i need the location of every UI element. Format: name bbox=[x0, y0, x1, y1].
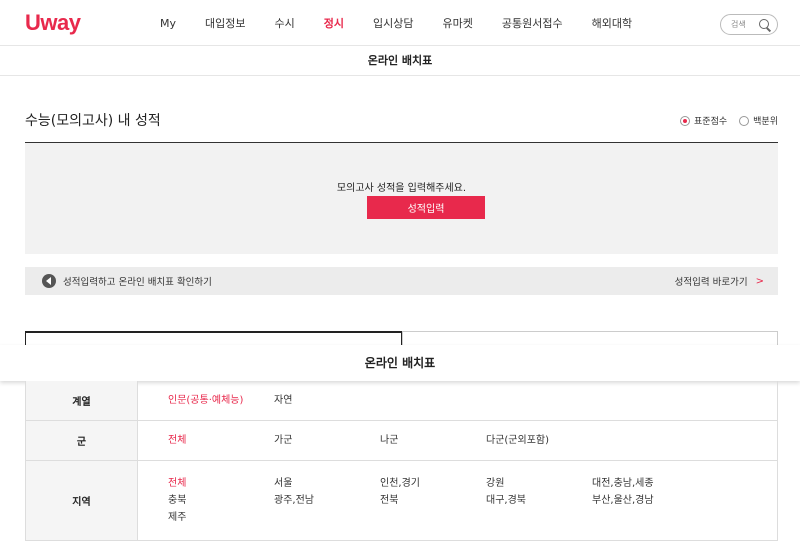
option-group-da[interactable]: 다군(군외포함) bbox=[486, 432, 622, 449]
option-region-all[interactable]: 전체 bbox=[168, 475, 274, 492]
enter-score-link[interactable]: 성적입력 바로가기 > bbox=[675, 267, 764, 295]
option-region-daegu-gyeongbuk[interactable]: 대구,경북 bbox=[486, 492, 592, 509]
uway-logo[interactable]: Uway bbox=[25, 10, 81, 36]
search-icon[interactable] bbox=[759, 18, 771, 31]
radio-checked-icon[interactable] bbox=[680, 115, 691, 126]
score-type-radio-group: 표준점수 백분위 bbox=[668, 114, 778, 127]
nav-item-my[interactable]: My bbox=[160, 17, 176, 30]
page-subtitle: 온라인 배치표 bbox=[0, 46, 800, 76]
notice-text: 성적입력하고 온라인 배치표 확인하기 bbox=[63, 277, 212, 288]
score-section-header: 수능(모의고사) 내 성적 표준점수 백분위 bbox=[25, 110, 778, 130]
option-region-jeonbuk[interactable]: 전북 bbox=[380, 492, 486, 509]
filter-options: 인문(공통·예체능) 자연 bbox=[138, 381, 777, 420]
section-title: 수능(모의고사) 내 성적 bbox=[25, 113, 161, 129]
search-label: 검색 bbox=[731, 20, 746, 29]
option-group-na[interactable]: 나군 bbox=[380, 432, 486, 449]
option-group-all[interactable]: 전체 bbox=[168, 432, 274, 449]
option-group-ga[interactable]: 가군 bbox=[274, 432, 380, 449]
filter-label: 지역 bbox=[26, 461, 138, 540]
score-box: 모의고사 성적을 입력해주세요. 성적입력 bbox=[25, 142, 778, 254]
option-region-incheon-gyeonggi[interactable]: 인천,경기 bbox=[380, 475, 486, 492]
enter-score-button[interactable]: 성적입력 bbox=[367, 196, 485, 219]
sticky-title-bar: 온라인 배치표 bbox=[0, 345, 800, 381]
notice-bar: 성적입력하고 온라인 배치표 확인하기 성적입력 바로가기 > bbox=[25, 267, 778, 295]
filter-table: 계열 인문(공통·예체능) 자연 군 전체 가군 나군 다군(군외포함) 지역 … bbox=[25, 381, 778, 541]
radio-percentile[interactable]: 백분위 bbox=[739, 114, 778, 127]
filter-row-group: 군 전체 가군 나군 다군(군외포함) bbox=[26, 421, 777, 461]
speaker-icon bbox=[42, 274, 56, 288]
nav-item-umarket[interactable]: 유마켓 bbox=[442, 15, 472, 31]
nav-item-overseas[interactable]: 해외대학 bbox=[592, 15, 632, 31]
option-region-gwangju-jeonnam[interactable]: 광주,전남 bbox=[274, 492, 380, 509]
option-region-gangwon[interactable]: 강원 bbox=[486, 475, 592, 492]
option-region-seoul[interactable]: 서울 bbox=[274, 475, 380, 492]
filter-row-region: 지역 전체 서울 인천,경기 강원 대전,충남,세종 충북 광주,전남 전북 대… bbox=[26, 461, 777, 541]
filter-label: 군 bbox=[26, 421, 138, 460]
nav-item-early[interactable]: 수시 bbox=[275, 15, 295, 31]
filter-options: 전체 가군 나군 다군(군외포함) bbox=[138, 421, 777, 460]
search-box[interactable]: 검색 bbox=[720, 14, 778, 35]
radio-label: 백분위 bbox=[753, 117, 778, 127]
filter-row-track: 계열 인문(공통·예체능) 자연 bbox=[26, 381, 777, 421]
radio-standard-score[interactable]: 표준점수 bbox=[680, 114, 727, 127]
nav-item-regular[interactable]: 정시 bbox=[324, 15, 344, 31]
radio-label: 표준점수 bbox=[694, 117, 728, 127]
option-region-jeju[interactable]: 제주 bbox=[168, 509, 274, 526]
nav-item-admission-info[interactable]: 대입정보 bbox=[205, 15, 245, 31]
nav-item-counsel[interactable]: 입시상담 bbox=[373, 15, 413, 31]
option-region-chungbuk[interactable]: 충북 bbox=[168, 492, 274, 509]
option-region-daejeon-chungnam-sejong[interactable]: 대전,충남,세종 bbox=[592, 475, 728, 492]
main-nav: My 대입정보 수시 정시 입시상담 유마켓 공통원서접수 해외대학 bbox=[160, 0, 661, 46]
site-header: Uway My 대입정보 수시 정시 입시상담 유마켓 공통원서접수 해외대학 … bbox=[0, 0, 800, 46]
nav-item-common-application[interactable]: 공통원서접수 bbox=[502, 15, 563, 31]
option-region-busan-ulsan-gyeongnam[interactable]: 부산,울산,경남 bbox=[592, 492, 728, 509]
chevron-right-icon: > bbox=[755, 275, 764, 287]
score-message: 모의고사 성적을 입력해주세요. bbox=[336, 183, 467, 194]
option-natural[interactable]: 자연 bbox=[274, 392, 380, 409]
radio-unchecked-icon[interactable] bbox=[739, 115, 750, 126]
link-label: 성적입력 바로가기 bbox=[674, 277, 748, 288]
filter-options: 전체 서울 인천,경기 강원 대전,충남,세종 충북 광주,전남 전북 대구,경… bbox=[138, 461, 777, 540]
filter-label: 계열 bbox=[26, 381, 138, 420]
option-humanities[interactable]: 인문(공통·예체능) bbox=[168, 392, 274, 409]
